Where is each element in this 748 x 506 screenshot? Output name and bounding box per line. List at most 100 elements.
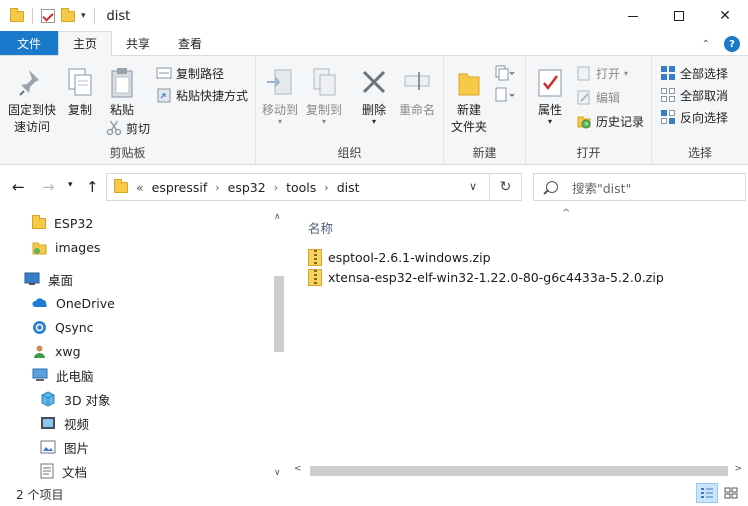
properties-icon xyxy=(538,69,562,97)
pin-quick-access-button[interactable]: 固定到快 速访问 xyxy=(6,66,58,136)
help-icon[interactable]: ? xyxy=(724,36,740,52)
cut-button[interactable]: 剪切 xyxy=(106,118,150,138)
move-to-button[interactable]: 移动到 ▾ xyxy=(260,66,300,126)
forward-arrow-icon[interactable]: → xyxy=(42,178,55,196)
tab-share[interactable]: 共享 xyxy=(112,31,164,55)
new-folder-label-line2: 文件夹 xyxy=(450,120,487,134)
copy-path-icon xyxy=(156,67,172,79)
breadcrumb-dist[interactable]: dist xyxy=(337,180,360,195)
select-group-label: 选择 xyxy=(687,146,712,160)
nav-item-images[interactable]: images xyxy=(32,236,100,258)
new-group: 新建 文件夹 新建 xyxy=(444,56,526,165)
move-to-icon xyxy=(267,69,292,95)
tab-view[interactable]: 查看 xyxy=(164,31,216,55)
details-view-button[interactable] xyxy=(696,483,718,503)
close-icon: ✕ xyxy=(719,8,731,24)
window-controls: ✕ xyxy=(610,0,748,32)
nav-item-onedrive[interactable]: OneDrive xyxy=(32,292,115,314)
breadcrumb-separator-icon[interactable]: › xyxy=(274,181,278,194)
customize-toolbar-dropdown-icon[interactable]: ▾ xyxy=(81,11,86,21)
nav-item-label: ESP32 xyxy=(54,215,94,231)
easy-access-icon[interactable] xyxy=(494,86,516,104)
breadcrumb-tools[interactable]: tools xyxy=(286,180,316,195)
address-bar[interactable]: « espressif › esp32 › tools › dist ∨ ↻ xyxy=(106,173,522,201)
file-list-horizontal-scrollbar[interactable]: < > xyxy=(288,462,748,480)
maximize-button[interactable] xyxy=(656,0,702,32)
nav-item-videos[interactable]: 视频 xyxy=(40,412,89,434)
open-dropdown-icon: ▾ xyxy=(624,68,629,78)
new-folder-icon[interactable] xyxy=(61,7,75,22)
large-icons-view-button[interactable] xyxy=(720,483,742,503)
nav-item-label: 文档 xyxy=(62,464,88,480)
search-box[interactable]: 搜索"dist" xyxy=(533,173,746,201)
organize-group: 移动到 ▾ 复制到 ▾ 删除 ▾ 重命名 组织 xyxy=(256,56,444,165)
breadcrumb-espressif[interactable]: espressif xyxy=(152,180,208,195)
breadcrumb-separator-icon[interactable]: › xyxy=(215,181,219,194)
select-none-button[interactable]: 全部取消 xyxy=(660,85,728,105)
copy-path-button[interactable]: 复制路径 xyxy=(156,63,224,83)
rename-label: 重命名 xyxy=(398,103,435,117)
tab-file[interactable]: 文件 xyxy=(0,31,58,55)
zip-file-icon xyxy=(308,248,322,266)
scrollbar-thumb[interactable] xyxy=(310,466,728,476)
history-button[interactable]: 历史记录 xyxy=(576,111,644,131)
history-label: 历史记录 xyxy=(596,114,645,129)
breadcrumb-esp32[interactable]: esp32 xyxy=(228,180,266,195)
copy-to-button[interactable]: 复制到 ▾ xyxy=(304,66,344,126)
properties-button[interactable]: 属性 ▾ xyxy=(532,66,568,126)
new-item-icon[interactable] xyxy=(494,64,516,82)
file-row[interactable]: xtensa-esp32-elf-win32-1.22.0-80-g6c4433… xyxy=(308,266,664,288)
window-title: dist xyxy=(106,8,131,24)
copy-to-icon xyxy=(313,68,336,96)
copy-icon xyxy=(68,68,92,96)
scrollbar-thumb[interactable] xyxy=(274,276,284,352)
nav-item-esp32[interactable]: ESP32 xyxy=(32,212,93,234)
column-header-name[interactable]: 名称 xyxy=(308,218,333,237)
breadcrumb-separator-icon[interactable]: › xyxy=(324,181,328,194)
close-button[interactable]: ✕ xyxy=(702,0,748,32)
breadcrumb-overflow[interactable]: « xyxy=(136,180,144,195)
select-all-button[interactable]: 全部选择 xyxy=(660,63,728,83)
invert-selection-button[interactable]: 反向选择 xyxy=(660,107,728,127)
paste-shortcut-button[interactable]: 粘贴快捷方式 xyxy=(156,85,248,105)
nav-item-documents[interactable]: 文档 xyxy=(40,460,87,482)
scroll-left-icon[interactable]: < xyxy=(294,464,302,474)
refresh-icon[interactable]: ↻ xyxy=(489,174,521,200)
divider xyxy=(93,8,95,24)
back-arrow-icon[interactable]: ← xyxy=(12,178,25,196)
nav-item-qsync[interactable]: Qsync xyxy=(32,316,94,338)
collapse-ribbon-icon[interactable]: ⌃ xyxy=(702,39,710,50)
rename-button[interactable]: 重命名 xyxy=(394,66,440,119)
up-arrow-icon[interactable]: ↑ xyxy=(86,178,99,196)
open-label: 打开 xyxy=(596,66,621,81)
documents-icon xyxy=(40,463,54,479)
open-button[interactable]: 打开 ▾ xyxy=(576,63,628,83)
new-folder-icon xyxy=(458,73,480,96)
nav-item-desktop[interactable]: 桌面 xyxy=(24,268,73,290)
nav-item-3d-objects[interactable]: 3D 对象 xyxy=(40,388,111,410)
copy-button[interactable]: 复制 xyxy=(62,66,98,119)
nav-item-user[interactable]: xwg xyxy=(32,340,81,362)
move-to-dropdown-icon: ▾ xyxy=(277,117,282,126)
new-folder-button[interactable]: 新建 文件夹 xyxy=(446,66,492,136)
scroll-up-icon[interactable]: ∧ xyxy=(274,212,281,222)
videos-icon xyxy=(41,417,55,429)
properties-check-icon[interactable] xyxy=(41,9,55,23)
address-dropdown-icon[interactable]: ∨ xyxy=(469,180,477,193)
nav-item-pictures[interactable]: 图片 xyxy=(40,436,89,458)
minimize-button[interactable] xyxy=(610,0,656,32)
tab-home[interactable]: 主页 xyxy=(58,31,113,56)
navigation-pane-scrollbar[interactable]: ∧ ∨ xyxy=(270,208,288,480)
scroll-down-icon[interactable]: ∨ xyxy=(274,468,281,478)
title-bar: ▾ dist ✕ xyxy=(0,0,748,32)
folder-icon[interactable] xyxy=(10,7,24,22)
scroll-right-icon[interactable]: > xyxy=(734,464,742,474)
edit-button[interactable]: 编辑 xyxy=(576,87,620,107)
recent-locations-chevron-icon[interactable]: ▾ xyxy=(68,180,73,190)
open-icon xyxy=(577,66,590,81)
delete-button[interactable]: 删除 ▾ xyxy=(356,66,392,126)
desktop-icon xyxy=(24,272,40,285)
paste-button[interactable]: 粘贴 xyxy=(104,66,140,119)
file-row[interactable]: esptool-2.6.1-windows.zip xyxy=(308,246,491,268)
nav-item-this-pc[interactable]: 此电脑 xyxy=(32,364,94,386)
